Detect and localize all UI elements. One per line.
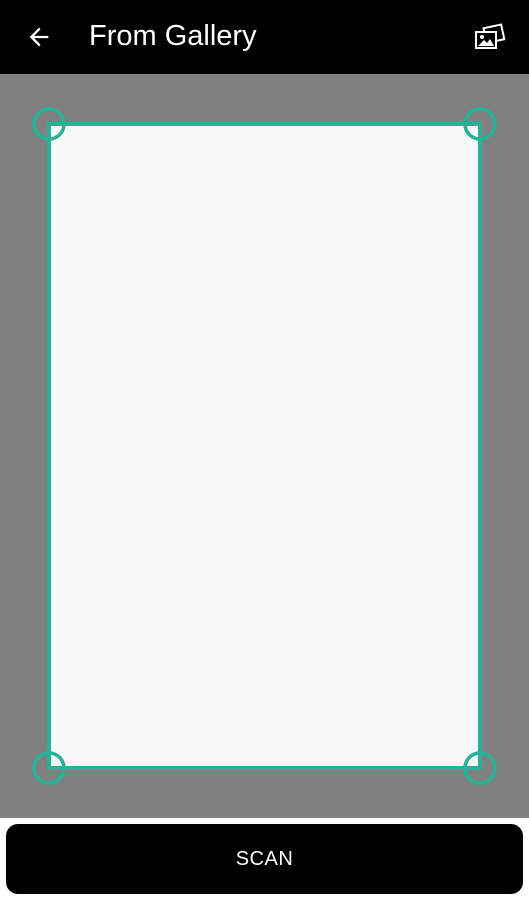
crop-workspace [0,74,529,818]
document-page [49,124,480,768]
app-root: From Gallery SCAN [0,0,529,900]
gallery-button[interactable] [465,12,515,62]
arrow-left-icon [29,27,49,47]
crop-overlay [32,107,497,785]
gallery-photos-icon [475,23,506,49]
page-title: From Gallery [89,20,257,52]
scan-button[interactable]: SCAN [6,824,523,894]
top-toolbar: From Gallery [0,0,529,74]
back-button[interactable] [14,12,64,62]
bottom-action-bar: SCAN [0,818,529,900]
